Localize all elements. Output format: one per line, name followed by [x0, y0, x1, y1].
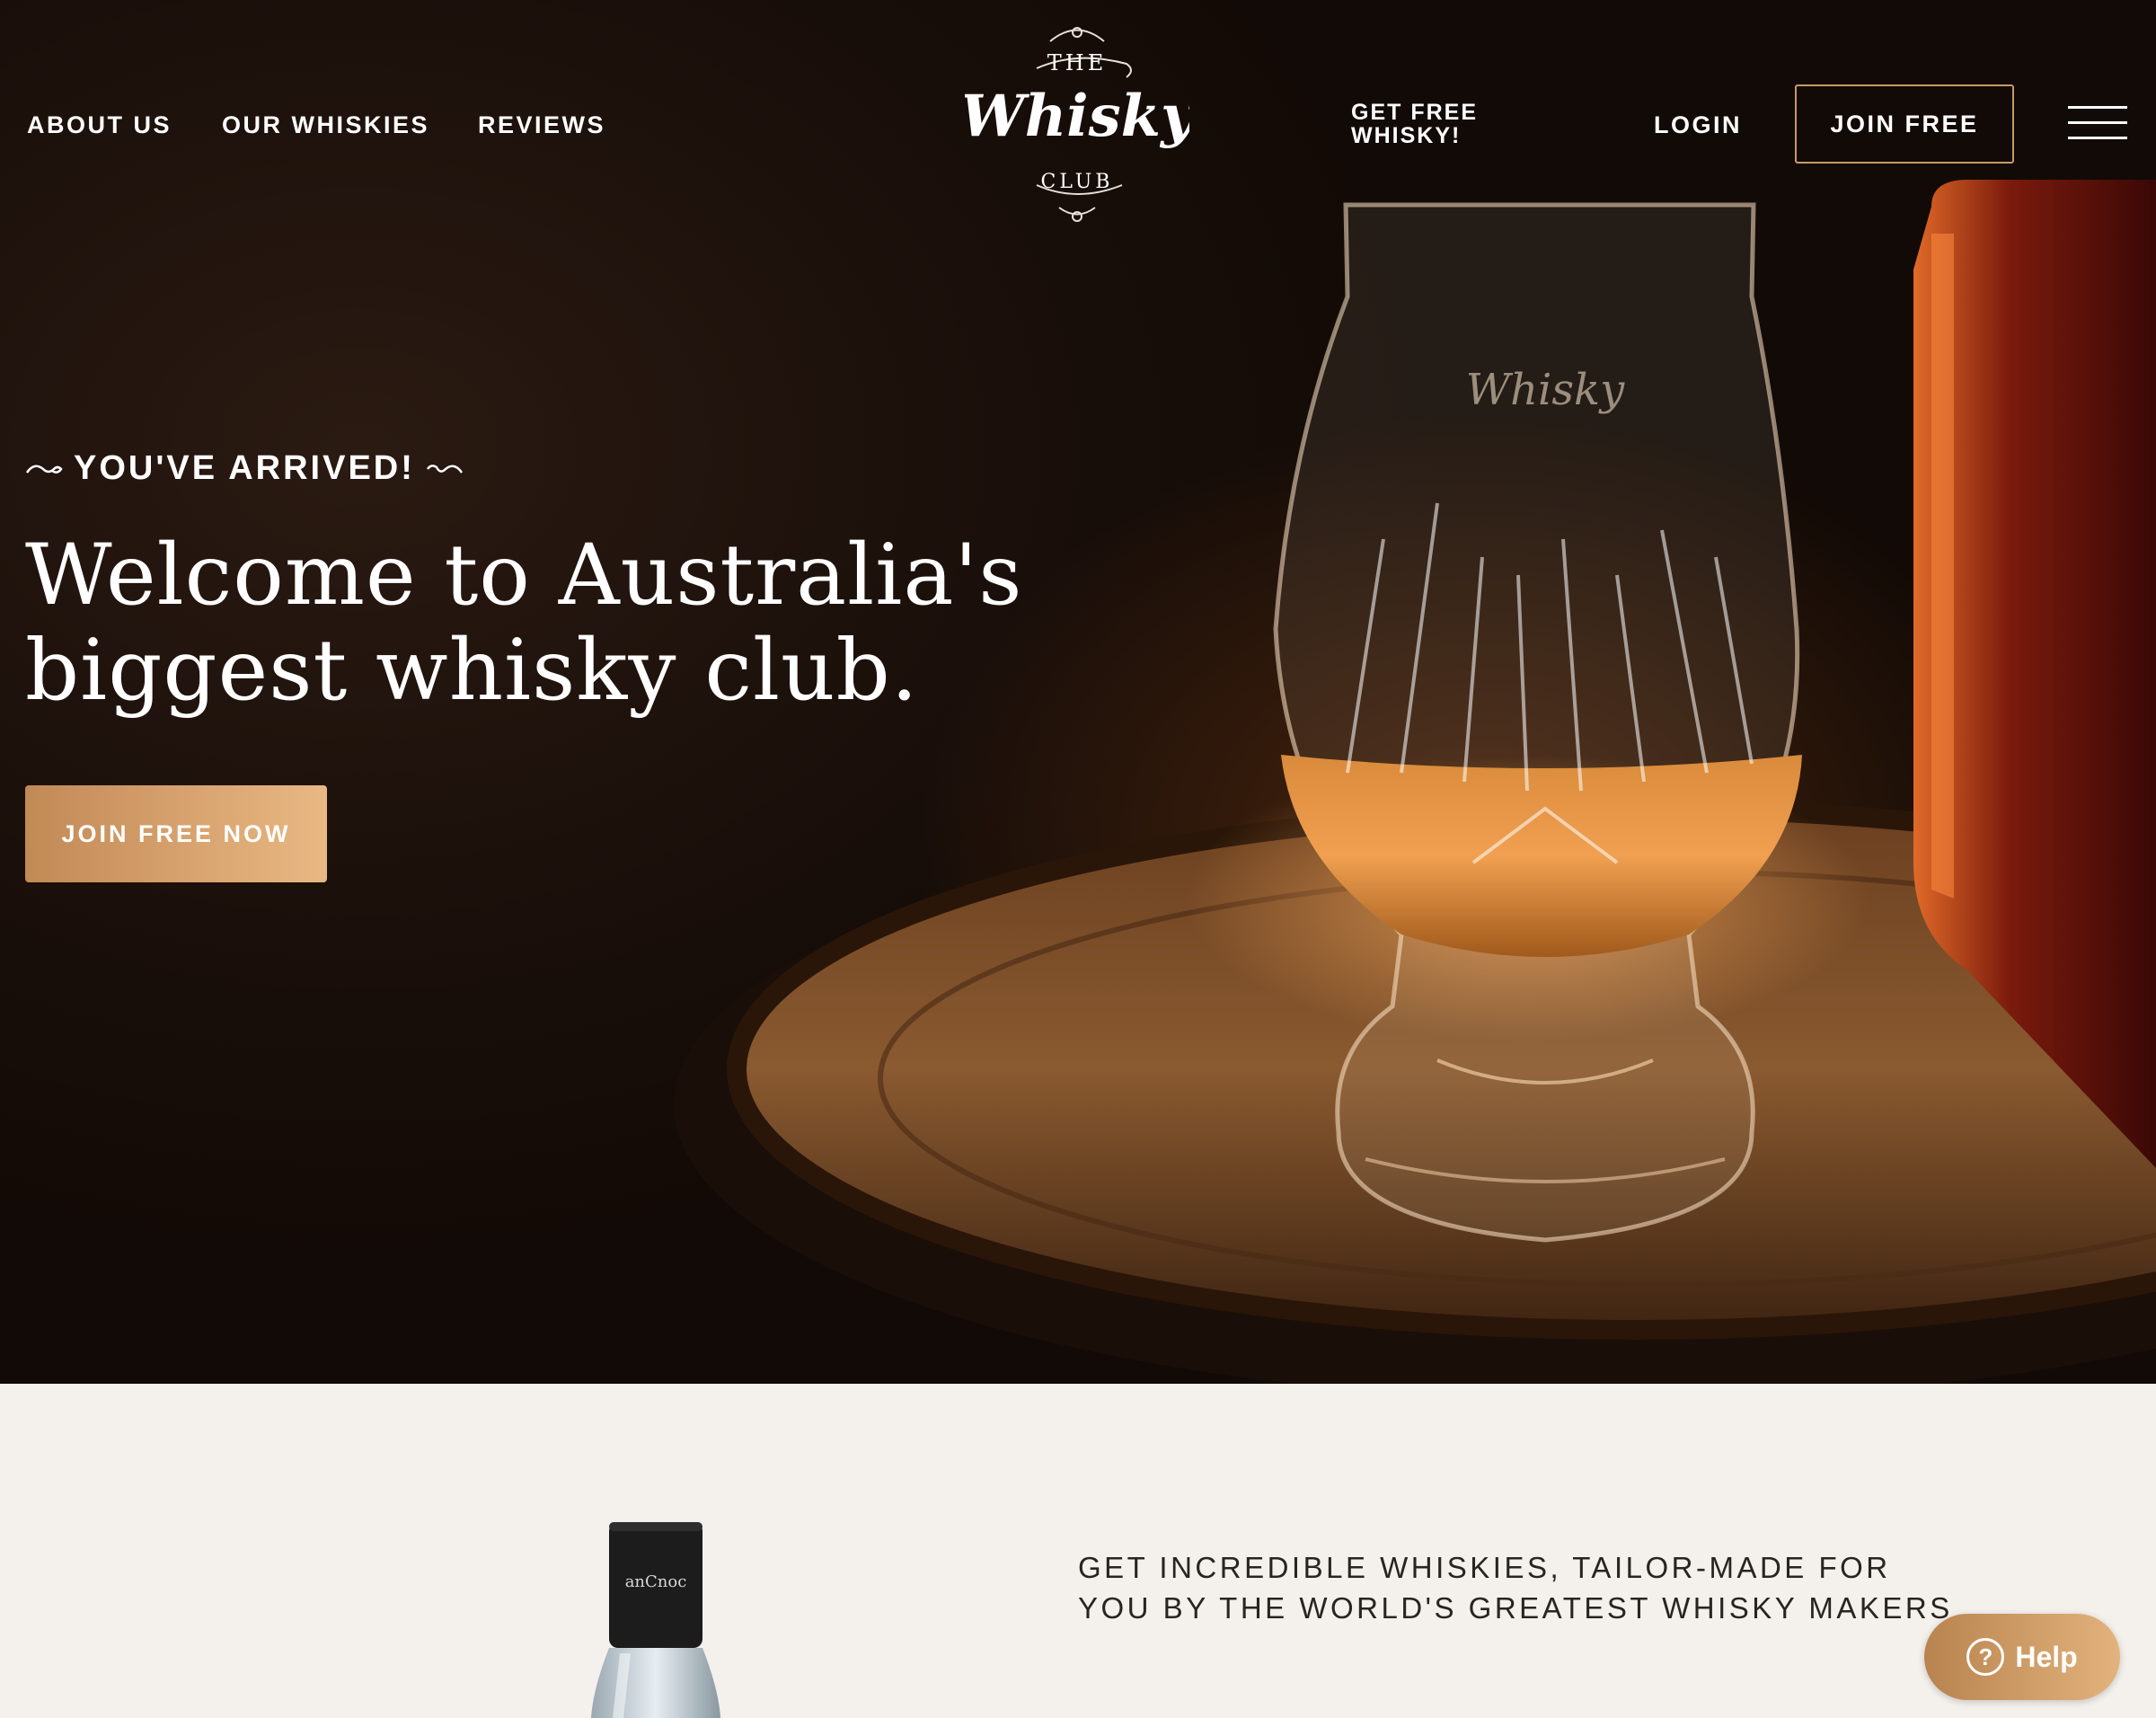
- join-free-now-button[interactable]: JOIN FREE NOW: [25, 785, 327, 882]
- hero-headline-line1: Welcome to Australia's: [25, 527, 1023, 624]
- flourish-right-icon: [426, 464, 463, 474]
- whisky-club-logo[interactable]: THE Whisky CLUB: [965, 14, 1189, 230]
- help-button[interactable]: ? Help: [1924, 1614, 2120, 1700]
- nav-login[interactable]: LOGIN: [1654, 111, 1742, 139]
- logo-the: THE: [1047, 50, 1107, 75]
- question-circle-icon: ?: [1966, 1638, 2005, 1676]
- tagline-line1: GET INCREDIBLE WHISKIES, TAILOR-MADE FOR: [1078, 1551, 1891, 1584]
- bottle-label: anCnoc: [625, 1572, 687, 1591]
- hero-section: Whisky ABOUT US OUR WHISKIES REVIEWS THE…: [0, 0, 2156, 1384]
- flourish-left-icon: [25, 465, 63, 474]
- tagline-line2: YOU BY THE WORLD'S GREATEST WHISKY MAKER…: [1078, 1591, 1953, 1625]
- join-free-button[interactable]: JOIN FREE: [1795, 84, 2014, 164]
- hero-headline: Welcome to Australia's biggest whisky cl…: [25, 528, 1193, 719]
- whisky-bottle-image: anCnoc: [591, 1522, 720, 1718]
- logo-club: CLUB: [1041, 171, 1114, 193]
- hero-eyebrow: YOU'VE ARRIVED!: [25, 449, 464, 488]
- help-label: Help: [2015, 1640, 2078, 1673]
- svg-text:Whisky: Whisky: [1466, 365, 1625, 415]
- feature-tagline: GET INCREDIBLE WHISKIES, TAILOR-MADE FOR…: [1078, 1547, 1976, 1628]
- hero-eyebrow-text: YOU'VE ARRIVED!: [74, 449, 415, 487]
- nav-get-free-whisky[interactable]: GET FREE WHISKY!: [1351, 101, 1504, 147]
- hamburger-menu-icon[interactable]: [2068, 106, 2127, 140]
- nav-reviews[interactable]: REVIEWS: [478, 111, 605, 139]
- nav-about-us[interactable]: ABOUT US: [27, 111, 172, 139]
- logo-whisky: Whisky: [965, 83, 1189, 150]
- hero-headline-line2: biggest whisky club.: [25, 622, 919, 720]
- nav-our-whiskies[interactable]: OUR WHISKIES: [222, 111, 429, 139]
